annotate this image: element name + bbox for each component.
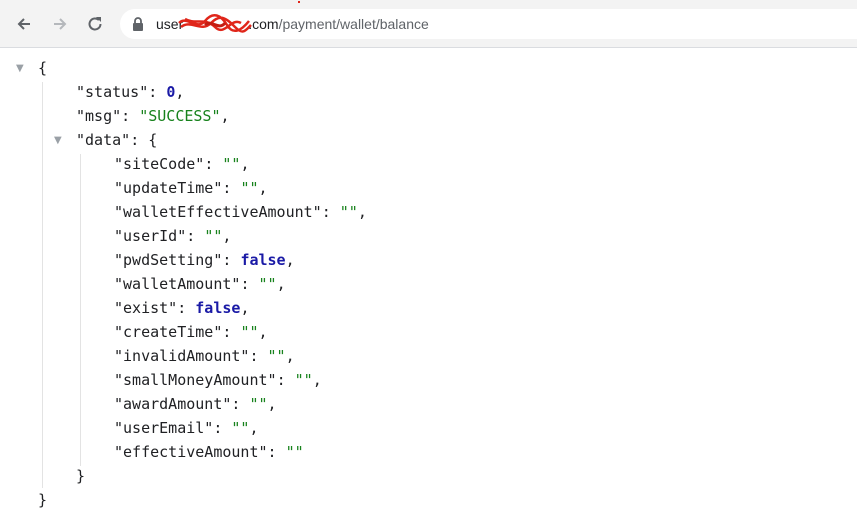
json-value-string: "" [249,395,268,413]
json-value-string: "" [285,443,304,461]
json-key: "createTime" [114,323,223,341]
json-key: "smallMoneyAmount" [114,371,277,389]
forward-button[interactable] [46,10,74,38]
json-data-open-brace: { [148,131,158,149]
url-path: /payment/wallet/balance [278,16,429,32]
json-field-line: "walletEffectiveAmount": "", [114,203,367,221]
json-key: "userId" [114,227,187,245]
json-value-string: "" [240,323,259,341]
json-field-line: "updateTime": "", [114,179,268,197]
json-field-line: "invalidAmount": "", [114,347,295,365]
json-value-string: "" [294,371,313,389]
json-key: "msg" [76,107,122,125]
address-bar[interactable]: user .com/payment/wallet/balance [120,9,857,39]
json-field-line: "userId": "", [114,227,232,245]
data-indent-guide [80,154,81,466]
json-value-string: "" [258,275,277,293]
lock-icon [133,17,143,31]
json-line-status: "status": 0, [76,83,185,101]
json-line-data: "data": { [76,131,158,149]
json-key: "pwdSetting" [114,251,223,269]
json-value-string: "" [267,347,286,365]
json-key: "exist" [114,299,178,317]
reload-button[interactable] [81,10,109,38]
json-value-string: "" [339,203,358,221]
json-open-brace: { [38,59,48,77]
json-field-line: "exist": false, [114,299,250,317]
json-field-line: "createTime": "", [114,323,268,341]
reload-icon [88,17,102,31]
json-key: "walletAmount" [114,275,241,293]
back-arrow-icon [17,18,30,30]
json-value-number: 0 [166,83,176,101]
json-value-string: "" [204,227,223,245]
json-value-string: "" [240,179,259,197]
root-indent-guide [42,82,43,488]
json-key: "siteCode" [114,155,205,173]
json-value-bool: false [195,299,241,317]
json-value-bool: false [240,251,286,269]
json-field-line: "awardAmount": "", [114,395,277,413]
json-key: "updateTime" [114,179,223,197]
json-field-line: "effectiveAmount": "" [114,443,304,461]
json-key: "status" [76,83,149,101]
redaction-scribble [178,13,252,33]
forward-arrow-icon [54,18,67,30]
json-value-string: "" [231,419,250,437]
json-line-msg: "msg": "SUCCESS", [76,107,230,125]
red-mark [298,1,300,3]
json-key: "invalidAmount" [114,347,250,365]
json-close-brace: } [38,491,48,509]
json-field-line: "walletAmount": "", [114,275,286,293]
json-key: "effectiveAmount" [114,443,268,461]
json-field-line: "siteCode": "", [114,155,250,173]
json-key: "userEmail" [114,419,214,437]
json-key: "data" [76,131,131,149]
json-value-string: "" [222,155,241,173]
json-value-string: "SUCCESS" [139,107,221,125]
json-field-line: "pwdSetting": false, [114,251,295,269]
json-field-line: "userEmail": "", [114,419,259,437]
browser-toolbar: user .com/payment/wallet/balance [0,0,857,48]
collapse-data-toggle-icon[interactable]: ▼ [54,136,64,146]
json-key: "walletEffectiveAmount" [114,203,322,221]
json-key: "awardAmount" [114,395,232,413]
json-data-close-brace: } [76,467,86,485]
collapse-root-toggle-icon[interactable]: ▼ [16,64,26,74]
back-button[interactable] [10,10,38,38]
json-field-line: "smallMoneyAmount": "", [114,371,322,389]
